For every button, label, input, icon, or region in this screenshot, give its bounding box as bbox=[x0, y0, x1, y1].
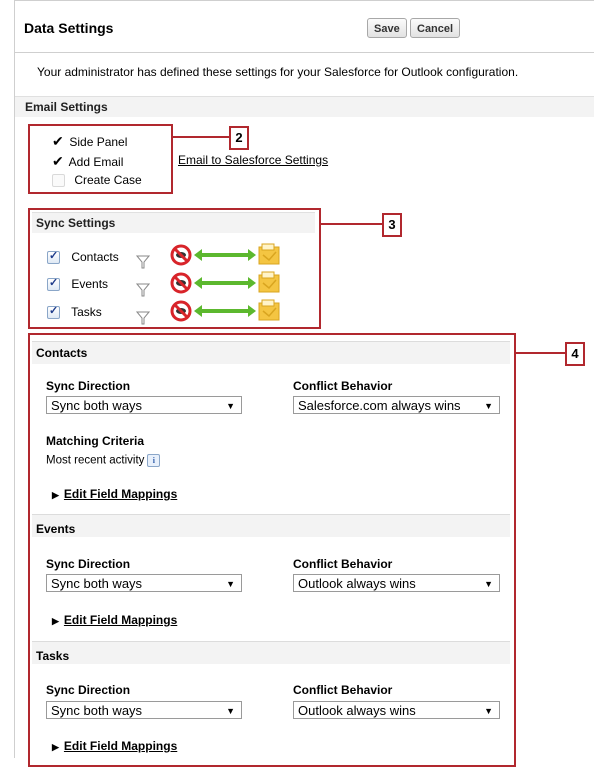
salesforce-no-sign-icon bbox=[170, 244, 192, 266]
contacts-conflict-behavior-label: Conflict Behavior bbox=[293, 379, 393, 393]
outlook-folder-icon bbox=[258, 243, 280, 265]
email-settings-heading: Email Settings bbox=[25, 100, 108, 114]
chevron-down-icon: ▼ bbox=[484, 706, 493, 716]
callout-number-2: 2 bbox=[229, 126, 249, 150]
tasks-heading: Tasks bbox=[36, 649, 70, 663]
sync-tasks-label: Tasks bbox=[71, 305, 102, 319]
cancel-button[interactable]: Cancel bbox=[410, 18, 461, 38]
events-sync-direction-label: Sync Direction bbox=[46, 557, 131, 571]
tasks-sync-direction-value: Sync both ways bbox=[51, 703, 143, 718]
chevron-down-icon: ▼ bbox=[484, 401, 493, 411]
header-divider bbox=[15, 52, 594, 53]
sync-arrow-icon bbox=[194, 249, 256, 261]
info-icon[interactable]: i bbox=[147, 454, 161, 467]
sync-direction-graphic bbox=[170, 243, 280, 266]
tasks-conflict-behavior-select[interactable]: Outlook always wins ▼ bbox=[293, 701, 500, 719]
sync-contacts-option: Contacts bbox=[47, 249, 119, 265]
expand-triangle-icon: ▶ bbox=[52, 742, 59, 752]
expand-triangle-icon: ▶ bbox=[52, 616, 59, 626]
events-heading: Events bbox=[36, 522, 76, 536]
matching-criteria-row: Most recent activity i bbox=[46, 454, 161, 467]
sync-contacts-label: Contacts bbox=[71, 250, 119, 264]
page-title: Data Settings bbox=[24, 20, 114, 36]
sync-events-label: Events bbox=[71, 277, 109, 291]
chevron-down-icon: ▼ bbox=[484, 579, 493, 589]
matching-criteria-value: Most recent activity bbox=[46, 454, 145, 467]
tasks-edit-field-mappings-link[interactable]: ▶ Edit Field Mappings bbox=[52, 739, 177, 753]
callout-line-2 bbox=[171, 136, 230, 138]
sync-arrow-icon bbox=[194, 305, 256, 317]
sync-contacts-checkbox bbox=[47, 249, 60, 265]
contacts-edit-field-mappings-label: Edit Field Mappings bbox=[63, 487, 178, 501]
tasks-conflict-behavior-label: Conflict Behavior bbox=[293, 683, 393, 697]
callout-number-3: 3 bbox=[382, 213, 402, 237]
callout-number-4: 4 bbox=[565, 342, 585, 366]
chevron-down-icon: ▼ bbox=[226, 706, 235, 716]
sync-tasks-option: Tasks bbox=[47, 304, 102, 320]
email-to-salesforce-settings-link[interactable]: Email to Salesforce Settings bbox=[178, 153, 328, 167]
events-edit-field-mappings-link[interactable]: ▶ Edit Field Mappings bbox=[52, 613, 177, 627]
outlook-folder-icon bbox=[258, 299, 280, 321]
sync-direction-graphic bbox=[170, 271, 280, 294]
sync-settings-header: Sync Settings bbox=[32, 212, 315, 233]
tasks-sync-direction-select[interactable]: Sync both ways ▼ bbox=[46, 701, 242, 719]
email-settings-header: Email Settings bbox=[15, 96, 594, 117]
events-conflict-behavior-value: Outlook always wins bbox=[298, 576, 416, 591]
events-sync-direction-select[interactable]: Sync both ways ▼ bbox=[46, 574, 242, 592]
matching-criteria-label: Matching Criteria bbox=[46, 434, 145, 448]
events-conflict-behavior-label: Conflict Behavior bbox=[293, 557, 393, 571]
events-edit-field-mappings-label: Edit Field Mappings bbox=[63, 613, 178, 627]
contacts-section-header: Contacts bbox=[32, 341, 510, 364]
expand-triangle-icon: ▶ bbox=[52, 490, 59, 500]
sync-direction-graphic bbox=[170, 299, 280, 322]
sync-arrow-icon bbox=[194, 277, 256, 289]
filter-icon[interactable] bbox=[136, 255, 150, 269]
contacts-sync-direction-label: Sync Direction bbox=[46, 379, 131, 393]
contacts-sync-direction-select[interactable]: Sync both ways ▼ bbox=[46, 396, 242, 414]
events-section-header: Events bbox=[32, 514, 510, 537]
contacts-conflict-behavior-value: Salesforce.com always wins bbox=[298, 398, 461, 413]
outlook-folder-icon bbox=[258, 271, 280, 293]
contacts-edit-field-mappings-link[interactable]: ▶ Edit Field Mappings bbox=[52, 487, 177, 501]
callout-box-2 bbox=[28, 124, 173, 194]
contacts-sync-direction-value: Sync both ways bbox=[51, 398, 143, 413]
chevron-down-icon: ▼ bbox=[226, 401, 235, 411]
salesforce-no-sign-icon bbox=[170, 300, 192, 322]
salesforce-no-sign-icon bbox=[170, 272, 192, 294]
tasks-section-header: Tasks bbox=[32, 641, 510, 664]
tasks-conflict-behavior-value: Outlook always wins bbox=[298, 703, 416, 718]
tasks-edit-field-mappings-label: Edit Field Mappings bbox=[63, 739, 178, 753]
callout-line-4 bbox=[514, 352, 566, 354]
events-sync-direction-value: Sync both ways bbox=[51, 576, 143, 591]
chevron-down-icon: ▼ bbox=[226, 579, 235, 589]
contacts-conflict-behavior-select[interactable]: Salesforce.com always wins ▼ bbox=[293, 396, 500, 414]
sync-events-option: Events bbox=[47, 276, 109, 292]
save-button[interactable]: Save bbox=[367, 18, 407, 38]
tasks-sync-direction-label: Sync Direction bbox=[46, 683, 131, 697]
intro-text: Your administrator has defined these set… bbox=[37, 65, 519, 79]
sync-settings-heading: Sync Settings bbox=[36, 216, 116, 230]
filter-icon[interactable] bbox=[136, 283, 150, 297]
callout-line-3 bbox=[319, 223, 383, 225]
sync-tasks-checkbox bbox=[47, 304, 60, 320]
sync-events-checkbox bbox=[47, 276, 60, 292]
filter-icon[interactable] bbox=[136, 311, 150, 325]
contacts-heading: Contacts bbox=[36, 346, 88, 360]
events-conflict-behavior-select[interactable]: Outlook always wins ▼ bbox=[293, 574, 500, 592]
